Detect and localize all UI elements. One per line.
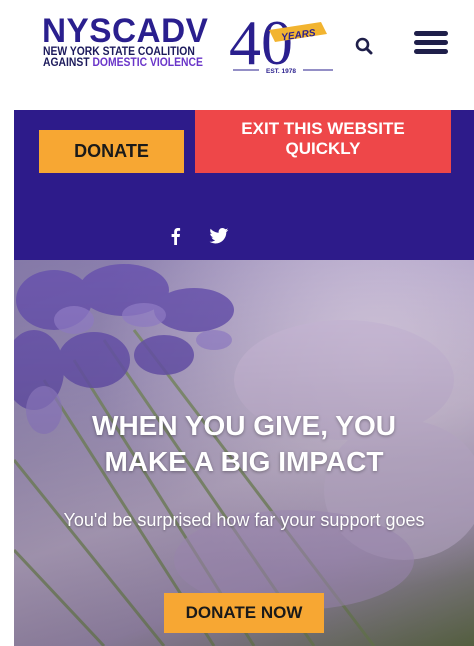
menu-bar	[414, 49, 448, 54]
menu-bar	[414, 31, 448, 36]
social-links	[164, 224, 244, 248]
hero-banner: WHEN YOU GIVE, YOU MAKE A BIG IMPACT You…	[14, 260, 474, 646]
nyscadv-logo[interactable]: NYSCADV NEW YORK STATE COALITION AGAINST…	[42, 14, 230, 70]
logo-tagline-against: AGAINST	[43, 57, 93, 69]
anniversary-badge-graphic: 40 YEARS EST. 1978	[229, 7, 333, 78]
twitter-icon	[209, 228, 229, 244]
anniversary-logo: 40 YEARS EST. 1978	[229, 7, 339, 78]
site-header: NYSCADV NEW YORK STATE COALITION AGAINST…	[14, 0, 474, 110]
hero-title-line1: WHEN YOU GIVE, YOU	[92, 410, 396, 441]
donate-now-button[interactable]: DONATE NOW	[164, 593, 324, 633]
exit-website-button[interactable]: EXIT THIS WEBSITE QUICKLY	[195, 110, 451, 173]
search-icon	[355, 37, 373, 55]
hamburger-menu-icon[interactable]	[414, 30, 448, 58]
menu-bar	[414, 40, 448, 45]
donate-button[interactable]: DONATE	[39, 130, 184, 173]
established-label: EST. 1978	[266, 68, 296, 75]
action-band: DONATE EXIT THIS WEBSITE QUICKLY	[14, 110, 474, 260]
page: NYSCADV NEW YORK STATE COALITION AGAINST…	[0, 0, 474, 646]
twitter-link[interactable]	[208, 224, 230, 248]
logo-tagline-dv: DOMESTIC VIOLENCE	[92, 57, 203, 69]
logo-tagline-line2: AGAINST DOMESTIC VIOLENCE	[43, 57, 203, 69]
facebook-link[interactable]	[164, 224, 186, 248]
facebook-icon	[171, 228, 181, 245]
exit-website-label: EXIT THIS WEBSITE QUICKLY	[241, 118, 405, 158]
hero-title-line2: MAKE A BIG IMPACT	[104, 446, 384, 477]
hero-title: WHEN YOU GIVE, YOU MAKE A BIG IMPACT	[14, 408, 474, 480]
logo-wordmark: NYSCADV	[42, 12, 209, 50]
search-button[interactable]	[350, 32, 378, 60]
hero-subtitle: You'd be surprised how far your support …	[63, 510, 425, 530]
